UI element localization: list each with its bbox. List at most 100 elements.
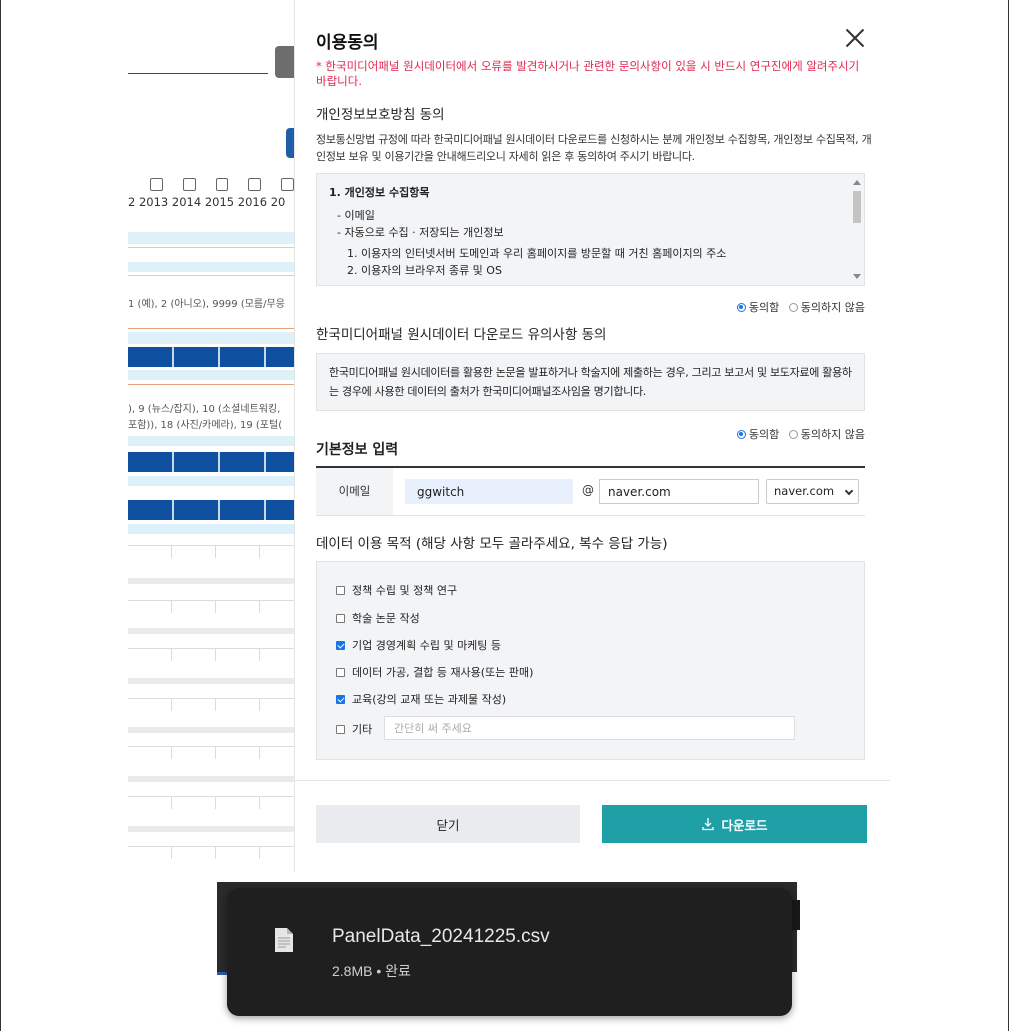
table-blue-row: [128, 452, 294, 472]
purpose-checkbox-reuse[interactable]: 데이터 가공, 결합 등 재사용(또는 판매): [336, 664, 533, 680]
radio-icon: [788, 302, 798, 312]
year-label: 2016: [237, 195, 268, 209]
caution-agree-radio[interactable]: 동의함: [736, 426, 780, 442]
etc-label: 기타: [352, 723, 373, 736]
scroll-up-icon[interactable]: [853, 180, 861, 185]
table-line: [128, 247, 294, 248]
privacy-subline: 1. 이용자의 인터넷서버 도메인과 우리 홈페이지를 방문할 때 거친 홈페이…: [347, 247, 727, 260]
purpose-label: 정책 수립 및 정책 연구: [352, 584, 458, 597]
etc-input[interactable]: [384, 716, 795, 740]
table-stripe: [128, 678, 294, 684]
table-row: [128, 698, 294, 711]
scroll-down-icon[interactable]: [853, 274, 861, 279]
background-page: 2 2013 2014 2015 2016 20 1 (예), 2 (아니오),…: [128, 0, 294, 872]
purpose-checkbox-policy[interactable]: 정책 수립 및 정책 연구: [336, 582, 457, 598]
purpose-checkbox-education[interactable]: 교육(강의 교재 또는 과제물 작성): [336, 691, 506, 707]
download-icon: [702, 818, 715, 831]
download-toast[interactable]: PanelData_20241225.csv 2.8MB • 완료: [227, 888, 792, 1016]
table-row: [128, 600, 294, 613]
purpose-checkbox-business[interactable]: 기업 경영계획 수립 및 마케팅 등: [336, 637, 501, 653]
year-label: 2013: [138, 195, 169, 209]
privacy-consent-radios: 동의함 동의하지 않음: [295, 299, 865, 315]
purpose-checkbox-etc[interactable]: 기타: [336, 721, 372, 737]
code-text: ), 9 (뉴스/잡지), 10 (소셜네트워킹,: [128, 404, 281, 415]
download-button[interactable]: 다운로드: [602, 805, 867, 843]
purpose-section-title: 데이터 이용 목적 (해당 사항 모두 골라주세요, 복수 응답 가능): [316, 536, 668, 552]
purpose-label: 기업 경영계획 수립 및 마케팅 등: [352, 639, 502, 652]
scroll-thumb[interactable]: [853, 191, 861, 223]
table-line: [128, 328, 294, 329]
privacy-disagree-radio[interactable]: 동의하지 않음: [788, 299, 865, 315]
caution-box: 한국미디어패널 원시데이터를 활용한 논문을 발표하거나 학술지에 제출하는 경…: [316, 353, 865, 411]
table-stripe: [128, 578, 294, 584]
table-line: [128, 275, 294, 276]
file-icon: [275, 928, 293, 952]
agree-label: 동의함: [748, 428, 780, 441]
year-checkboxes: 2 2013 2014 2015 2016 20: [128, 178, 294, 209]
table-row: [128, 746, 294, 759]
domain-select-value: naver.com: [774, 484, 835, 498]
caution-disagree-radio[interactable]: 동의하지 않음: [788, 426, 865, 442]
table-stripe: [128, 727, 294, 733]
caution-section-title: 한국미디어패널 원시데이터 다운로드 유의사항 동의: [316, 327, 607, 343]
download-label: 다운로드: [721, 818, 768, 833]
privacy-description: 정보통신망법 규정에 따라 한국미디어패널 원시데이터 다운로드를 신청하시는 …: [316, 133, 872, 163]
table-band: [128, 332, 294, 344]
email-domain-input[interactable]: [599, 479, 759, 504]
basic-info-title: 기본정보 입력: [316, 442, 399, 458]
purpose-checkbox-academic[interactable]: 학술 논문 작성: [336, 610, 420, 626]
checkbox-checked-icon: [336, 694, 345, 704]
privacy-policy-box[interactable]: 1. 개인정보 수집항목 - 이메일 - 자동으로 수집 · 저장되는 개인정보…: [316, 173, 865, 286]
search-underline: [128, 73, 268, 74]
privacy-section-title: 개인정보보호방침 동의: [316, 107, 445, 123]
year-checkbox[interactable]: [248, 178, 262, 191]
year-label: 20: [270, 195, 286, 209]
scrollbar[interactable]: [850, 174, 864, 285]
table-blue-row: [128, 347, 294, 367]
checkbox-icon: [336, 613, 345, 623]
checkbox-icon: [336, 585, 345, 595]
purpose-box: 정책 수립 및 정책 연구 학술 논문 작성 기업 경영계획 수립 및 마케팅 …: [316, 561, 865, 760]
table-band: [128, 262, 294, 272]
email-domain-select[interactable]: naver.com: [766, 479, 859, 504]
close-icon[interactable]: [843, 26, 867, 50]
table-blue-row: [128, 500, 294, 520]
download-file-name: PanelData_20241225.csv: [332, 926, 550, 947]
email-row: 이메일 @ naver.com: [316, 468, 865, 516]
footer-divider: [295, 780, 890, 781]
modal-title: 이용동의: [316, 33, 379, 53]
table-row: [128, 648, 294, 661]
year-label: 2014: [171, 195, 202, 209]
privacy-subline: 2. 이용자의 브라우저 종류 및 OS: [347, 264, 502, 277]
consent-modal: 이용동의 * 한국미디어패널 원시데이터에서 오류를 발견하시거나 관련한 문의…: [294, 0, 890, 872]
privacy-box-title: 1. 개인정보 수집항목: [329, 186, 430, 199]
caution-text: 한국미디어패널 원시데이터를 활용한 논문을 발표하거나 학술지에 제출하는 경…: [329, 366, 852, 398]
table-band: [128, 436, 294, 446]
year-label: 2015: [204, 195, 235, 209]
year-checkbox[interactable]: [215, 178, 229, 191]
table-band: [128, 232, 294, 244]
close-button[interactable]: 닫기: [316, 805, 580, 843]
year-checkbox[interactable]: [182, 178, 196, 191]
search-button[interactable]: [275, 46, 295, 78]
table-band: [128, 370, 294, 380]
submit-button[interactable]: [286, 128, 294, 158]
chevron-down-icon: [844, 486, 854, 496]
email-id-input[interactable]: [405, 479, 573, 504]
at-sign: @: [582, 483, 594, 497]
table-stripe: [128, 776, 294, 782]
year-checkbox[interactable]: [150, 178, 163, 191]
checkbox-icon: [336, 667, 345, 677]
agree-label: 동의함: [748, 301, 780, 314]
table-row: [128, 545, 294, 558]
notice-text: * 한국미디어패널 원시데이터에서 오류를 발견하시거나 관련한 문의사항이 있…: [316, 59, 860, 88]
radio-selected-icon: [736, 429, 746, 439]
year-checkbox[interactable]: [281, 178, 294, 191]
table-band: [128, 476, 294, 486]
download-file-meta: 2.8MB • 완료: [332, 963, 411, 979]
email-label: 이메일: [316, 468, 393, 515]
disagree-label: 동의하지 않음: [800, 301, 865, 314]
checkbox-icon: [336, 724, 345, 734]
privacy-agree-radio[interactable]: 동의함: [736, 299, 780, 315]
table-stripe: [128, 628, 294, 634]
